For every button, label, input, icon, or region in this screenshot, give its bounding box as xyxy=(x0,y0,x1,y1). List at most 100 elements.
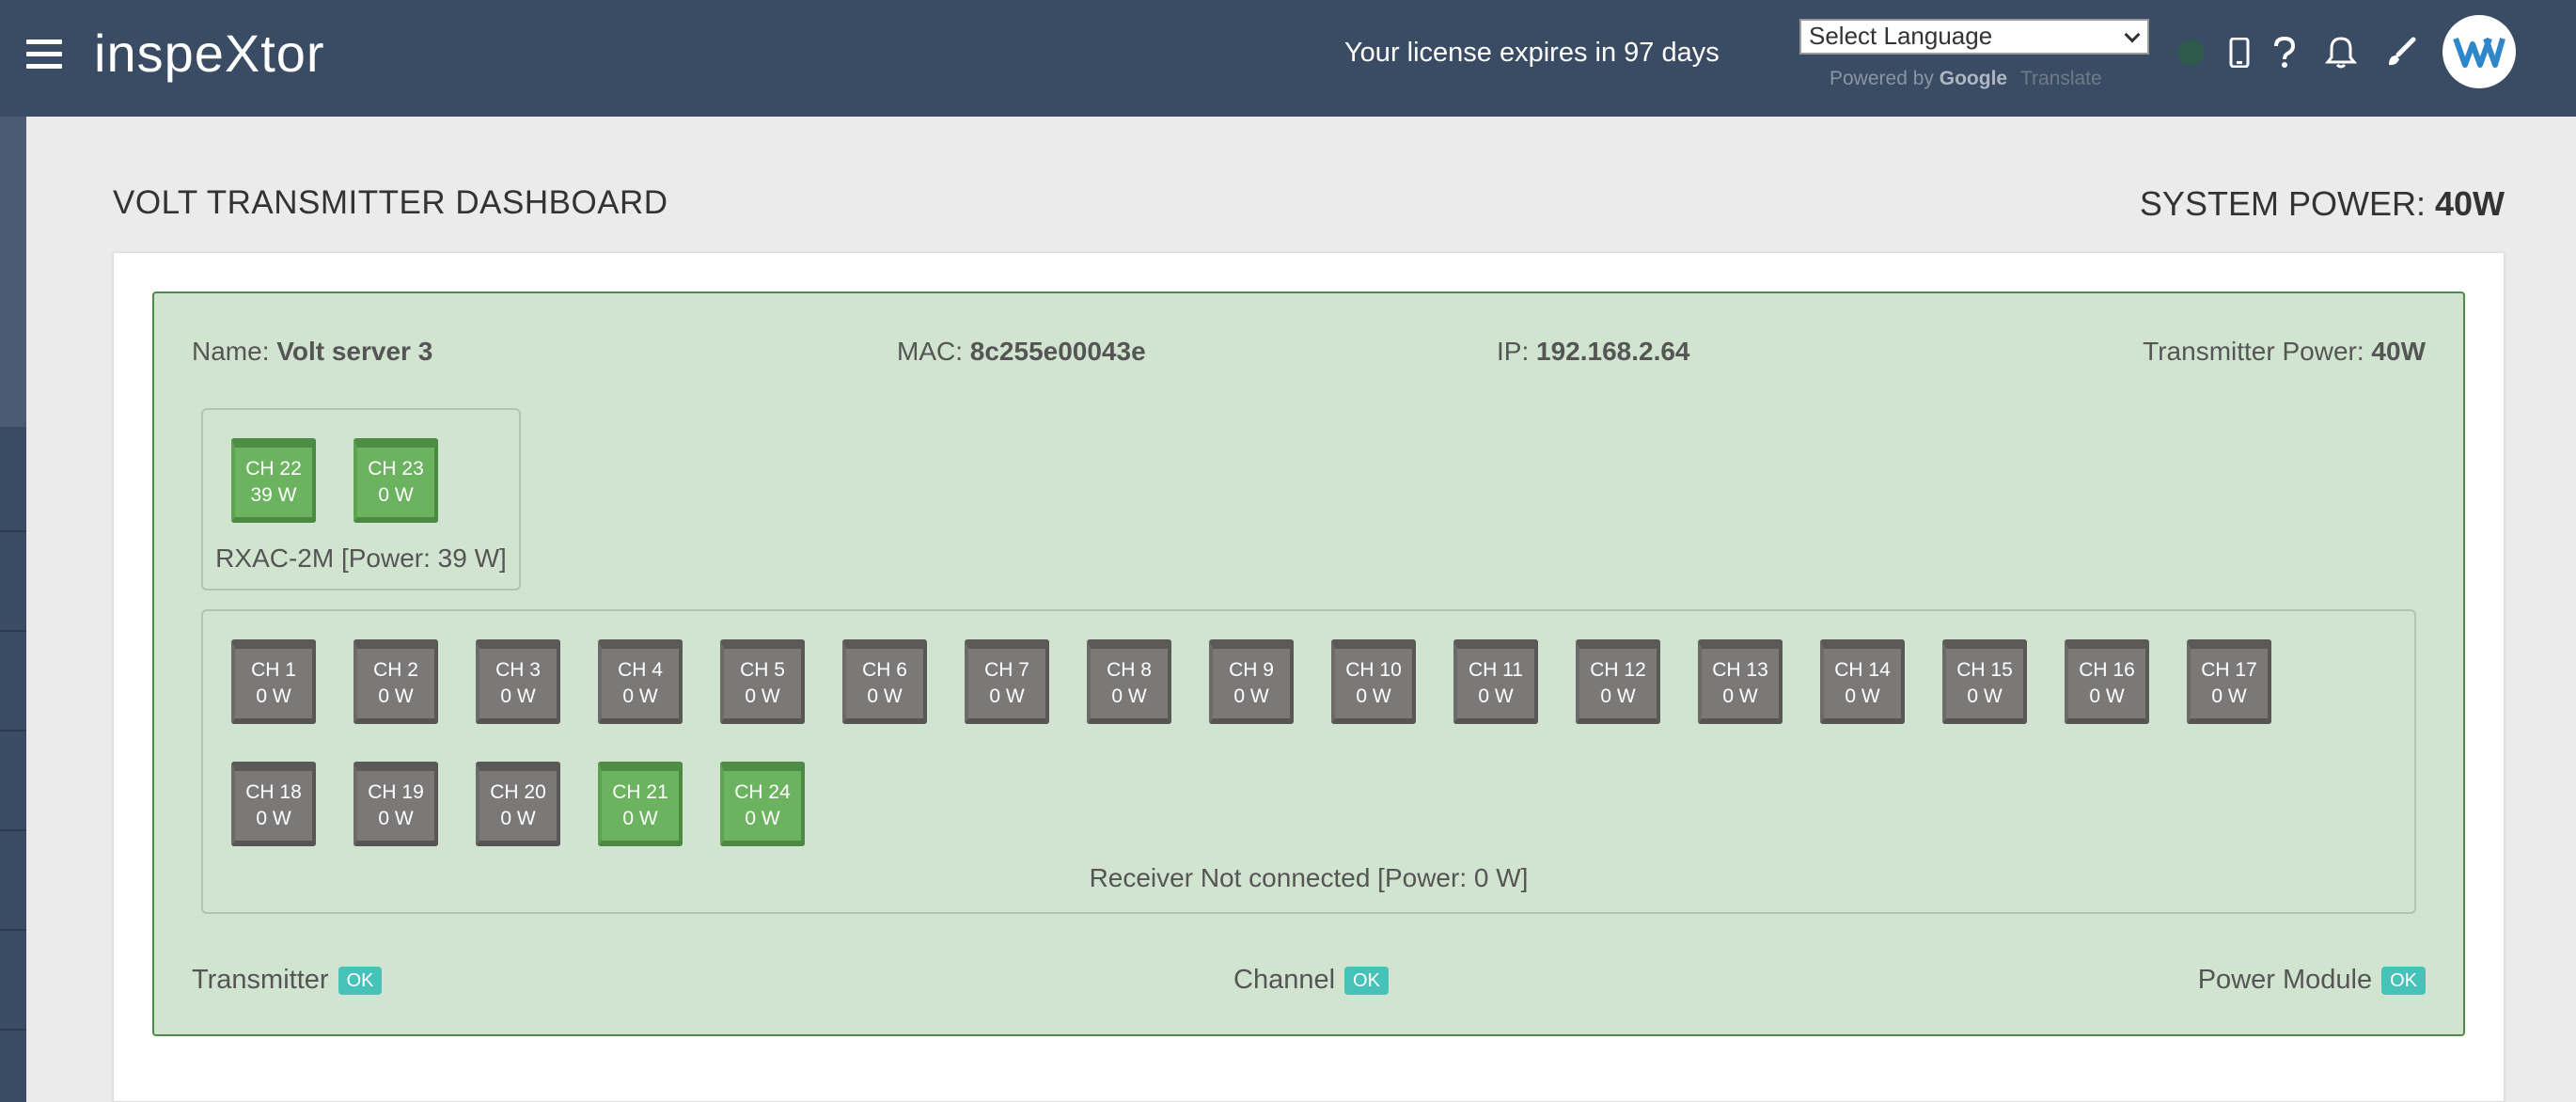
channel-power: 0 W xyxy=(622,685,658,707)
channel-power: 0 W xyxy=(1967,685,2003,707)
channel-power: 0 W xyxy=(1600,685,1636,707)
channel-power: 39 W xyxy=(250,484,297,506)
channel-power: 0 W xyxy=(256,685,291,707)
bell-icon[interactable] xyxy=(2322,34,2360,71)
transmitter-ip: IP: 192.168.2.64 xyxy=(1497,337,1690,367)
channel-button[interactable]: CH 14 0 W xyxy=(1820,639,1905,724)
channel-button[interactable]: CH 13 0 W xyxy=(1698,639,1783,724)
mobile-icon[interactable] xyxy=(2221,34,2258,71)
powered-by-label: Powered by xyxy=(1830,68,1934,89)
channel-power: 0 W xyxy=(867,685,903,707)
channel-status-label: Channel xyxy=(1233,965,1336,995)
channel-name: CH 21 xyxy=(612,781,668,803)
channel-button[interactable]: CH 4 0 W xyxy=(598,639,683,724)
channel-button[interactable]: CH 1 0 W xyxy=(231,639,316,724)
channel-button[interactable]: CH 3 0 W xyxy=(476,639,560,724)
channel-name: CH 9 xyxy=(1229,659,1274,681)
transmitter-mac: MAC: 8c255e00043e xyxy=(897,337,1146,367)
transmitter-name: Name: Volt server 3 xyxy=(192,337,432,367)
channel-power: 0 W xyxy=(1111,685,1147,707)
channel-power: 0 W xyxy=(500,685,536,707)
app-title: inspeXtor xyxy=(94,24,325,83)
channel-power: 0 W xyxy=(2089,685,2125,707)
transmitter-name-value: Volt server 3 xyxy=(276,337,433,366)
transmitter-name-label: Name: xyxy=(192,337,270,366)
receiver-label: RXAC-2M [Power: 39 W] xyxy=(215,543,507,573)
channel-button[interactable]: CH 7 0 W xyxy=(965,639,1049,724)
channel-power: 0 W xyxy=(1233,685,1269,707)
system-power-value: 40W xyxy=(2434,184,2505,223)
system-power-label: SYSTEM POWER: xyxy=(2139,184,2426,223)
transmitter-mac-value: 8c255e00043e xyxy=(969,337,1146,366)
channel-button[interactable]: CH 10 0 W xyxy=(1331,639,1416,724)
channel-name: CH 18 xyxy=(245,781,302,803)
channel-power: 0 W xyxy=(2211,685,2247,707)
channel-button[interactable]: CH 15 0 W xyxy=(1942,639,2027,724)
channel-name: CH 17 xyxy=(2201,659,2257,681)
channel-name: CH 11 xyxy=(1469,659,1523,681)
channel-button[interactable]: CH 18 0 W xyxy=(231,762,316,846)
channel-power: 0 W xyxy=(1845,685,1880,707)
transmitter-power-value: 40W xyxy=(2371,337,2426,366)
user-avatar[interactable] xyxy=(2442,15,2516,88)
channel-power: 0 W xyxy=(745,808,780,829)
chevron-down-icon xyxy=(2124,26,2141,43)
channel-button[interactable]: CH 5 0 W xyxy=(720,639,805,724)
channel-name: CH 24 xyxy=(734,781,791,803)
receiver-box-rxac: CH 22 39 W CH 23 0 W RXAC-2M [Power: 39 W] xyxy=(201,408,521,590)
channel-name: CH 15 xyxy=(1956,659,2013,681)
translate-link[interactable]: Translate xyxy=(2020,68,2102,89)
channel-power: 0 W xyxy=(1478,685,1514,707)
transmitter-mac-label: MAC: xyxy=(897,337,963,366)
language-select[interactable]: Select Language xyxy=(1799,19,2149,55)
license-notice: Your license expires in 97 days xyxy=(1344,38,1720,68)
channel-button[interactable]: CH 8 0 W xyxy=(1087,639,1171,724)
channel-button[interactable]: CH 11 0 W xyxy=(1453,639,1538,724)
channel-power: 0 W xyxy=(378,808,414,829)
channel-name: CH 22 xyxy=(245,458,302,480)
help-icon[interactable] xyxy=(2266,34,2303,71)
channel-name: CH 5 xyxy=(740,659,785,681)
transmitter-ip-label: IP: xyxy=(1497,337,1530,366)
channel-button[interactable]: CH 22 39 W xyxy=(231,438,316,523)
language-select-value: Select Language xyxy=(1809,22,1993,50)
channel-button[interactable]: CH 16 0 W xyxy=(2065,639,2149,724)
page-title: VOLT TRANSMITTER DASHBOARD xyxy=(113,184,668,221)
channel-name: CH 19 xyxy=(368,781,424,803)
channel-name: CH 14 xyxy=(1834,659,1891,681)
channel-button[interactable]: CH 23 0 W xyxy=(353,438,438,523)
channel-power: 0 W xyxy=(256,808,291,829)
channel-name: CH 12 xyxy=(1590,659,1646,681)
channel-button[interactable]: CH 17 0 W xyxy=(2187,639,2271,724)
channel-button[interactable]: CH 6 0 W xyxy=(842,639,927,724)
hamburger-icon[interactable] xyxy=(26,39,62,70)
channel-button[interactable]: CH 19 0 W xyxy=(353,762,438,846)
brush-icon[interactable] xyxy=(2382,34,2420,71)
channel-button[interactable]: CH 24 0 W xyxy=(720,762,805,846)
channel-name: CH 10 xyxy=(1345,659,1402,681)
left-sidebar-collapsed xyxy=(0,117,26,1102)
channel-button[interactable]: CH 21 0 W xyxy=(598,762,683,846)
receiver-label: Receiver Not connected [Power: 0 W] xyxy=(1089,863,1529,892)
channel-power: 0 W xyxy=(378,484,414,506)
receiver-box-not-connected: CH 1 0 W CH 2 0 W CH 3 0 W CH 4 0 W CH 5 0 W CH 6 0… xyxy=(201,609,2416,914)
channel-name: CH 4 xyxy=(618,659,663,681)
channel-button[interactable]: CH 12 0 W xyxy=(1576,639,1660,724)
channel-power: 0 W xyxy=(745,685,780,707)
channel-button[interactable]: CH 2 0 W xyxy=(353,639,438,724)
transmitter-status-label: Transmitter xyxy=(192,965,329,995)
system-power: SYSTEM POWER: 40W xyxy=(2140,184,2505,224)
channel-status: Channel OK xyxy=(1233,965,1389,996)
channel-button[interactable]: CH 9 0 W xyxy=(1209,639,1294,724)
transmitter-power-label: Transmitter Power: xyxy=(2143,337,2364,366)
transmitter-status: Transmitter OK xyxy=(192,965,383,996)
channel-name: CH 1 xyxy=(251,659,296,681)
channel-name: CH 3 xyxy=(495,659,541,681)
channel-power: 0 W xyxy=(622,808,658,829)
company-logo-icon xyxy=(2453,37,2505,68)
google-logo: Google xyxy=(1939,68,2008,89)
channel-button[interactable]: CH 20 0 W xyxy=(476,762,560,846)
channel-power: 0 W xyxy=(989,685,1025,707)
channel-name: CH 20 xyxy=(490,781,546,803)
channel-name: CH 16 xyxy=(2079,659,2135,681)
